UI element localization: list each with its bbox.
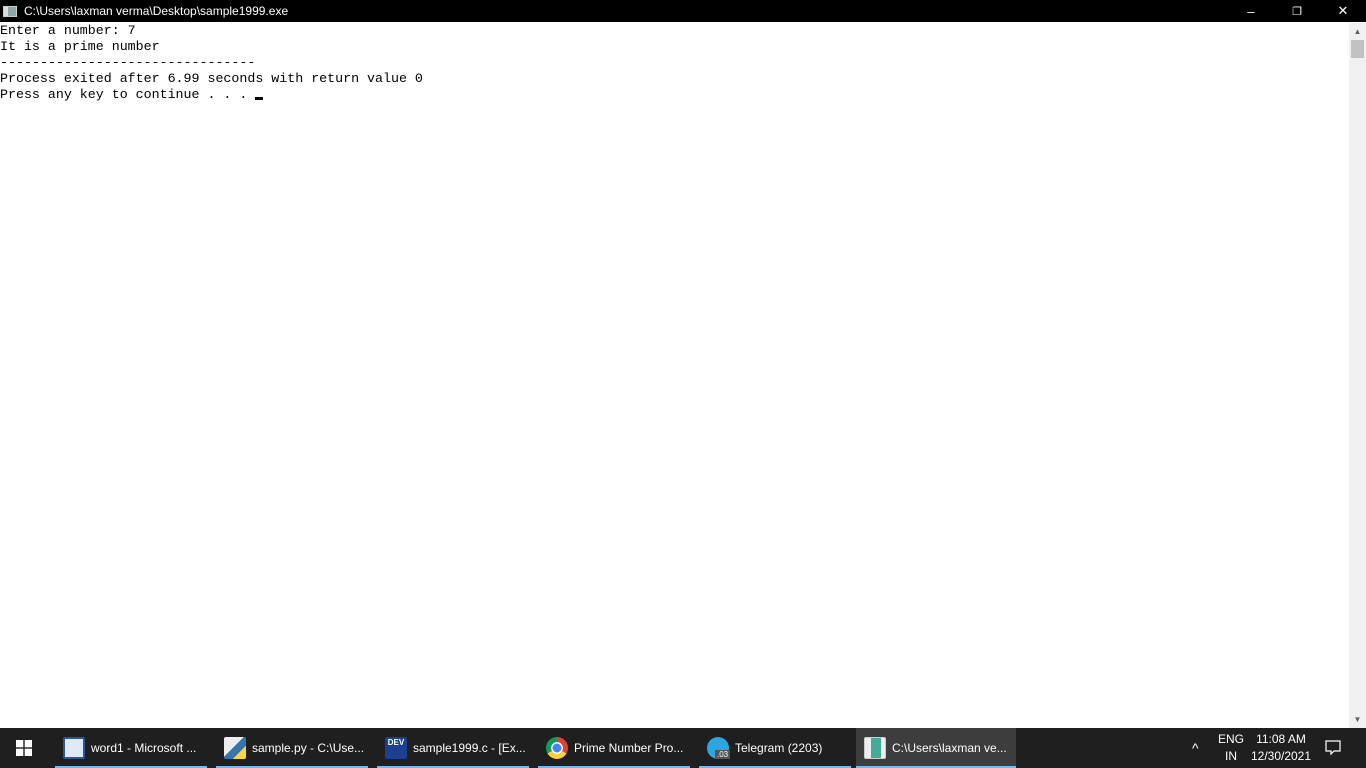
- vertical-scrollbar[interactable]: ▲ ▼: [1349, 23, 1366, 728]
- title-bar: C:\Users\laxman verma\Desktop\sample1999…: [0, 0, 1366, 22]
- console-line: Process exited after 6.99 seconds with r…: [0, 71, 423, 86]
- console-icon: [864, 737, 886, 759]
- taskbar: word1 - Microsoft ... sample.py - C:\Use…: [0, 728, 1366, 768]
- taskbar-item-console[interactable]: C:\Users\laxman ve...: [856, 728, 1016, 768]
- telegram-icon: .03: [707, 737, 731, 759]
- taskbar-item-telegram[interactable]: .03 Telegram (2203): [699, 728, 851, 768]
- console-output[interactable]: Enter a number: 7 It is a prime number ---…: [0, 23, 1349, 728]
- python-icon: [224, 737, 246, 759]
- console-line: Enter a number: 7: [0, 23, 136, 38]
- windows-icon: [16, 740, 32, 756]
- restore-button[interactable]: ❐: [1274, 0, 1320, 22]
- clock-date: 12/30/2021: [1250, 749, 1312, 763]
- chrome-icon: [546, 737, 568, 759]
- taskbar-item-chrome[interactable]: Prime Number Pro...: [538, 728, 690, 768]
- clock[interactable]: 11:08 AM 12/30/2021: [1250, 728, 1312, 768]
- action-center-button[interactable]: [1318, 728, 1348, 768]
- console-app-icon: [3, 5, 17, 17]
- text-cursor: [255, 97, 264, 100]
- taskbar-item-word[interactable]: word1 - Microsoft ...: [55, 728, 207, 768]
- close-button[interactable]: ✕: [1320, 0, 1366, 22]
- window-title: C:\Users\laxman verma\Desktop\sample1999…: [24, 4, 289, 18]
- console-line: --------------------------------: [0, 55, 256, 70]
- console-line: It is a prime number: [0, 39, 160, 54]
- clock-time: 11:08 AM: [1256, 732, 1306, 746]
- telegram-badge: .03: [715, 750, 731, 759]
- console-line: Press any key to continue . . .: [0, 87, 256, 102]
- word-icon: [63, 737, 85, 759]
- scroll-up-icon[interactable]: ▲: [1349, 23, 1366, 40]
- taskbar-item-python[interactable]: sample.py - C:\Use...: [216, 728, 368, 768]
- start-button[interactable]: [0, 728, 48, 768]
- scroll-down-icon[interactable]: ▼: [1349, 711, 1366, 728]
- notification-icon: [1325, 740, 1341, 756]
- show-hidden-icons-chevron-icon[interactable]: ^: [1192, 728, 1212, 768]
- scrollbar-thumb[interactable]: [1351, 40, 1364, 58]
- language-indicator[interactable]: ENG IN: [1214, 728, 1248, 768]
- devcpp-icon: DEV: [385, 737, 407, 759]
- taskbar-item-devcpp[interactable]: DEV sample1999.c - [Ex...: [377, 728, 529, 768]
- minimize-button[interactable]: –: [1228, 0, 1274, 22]
